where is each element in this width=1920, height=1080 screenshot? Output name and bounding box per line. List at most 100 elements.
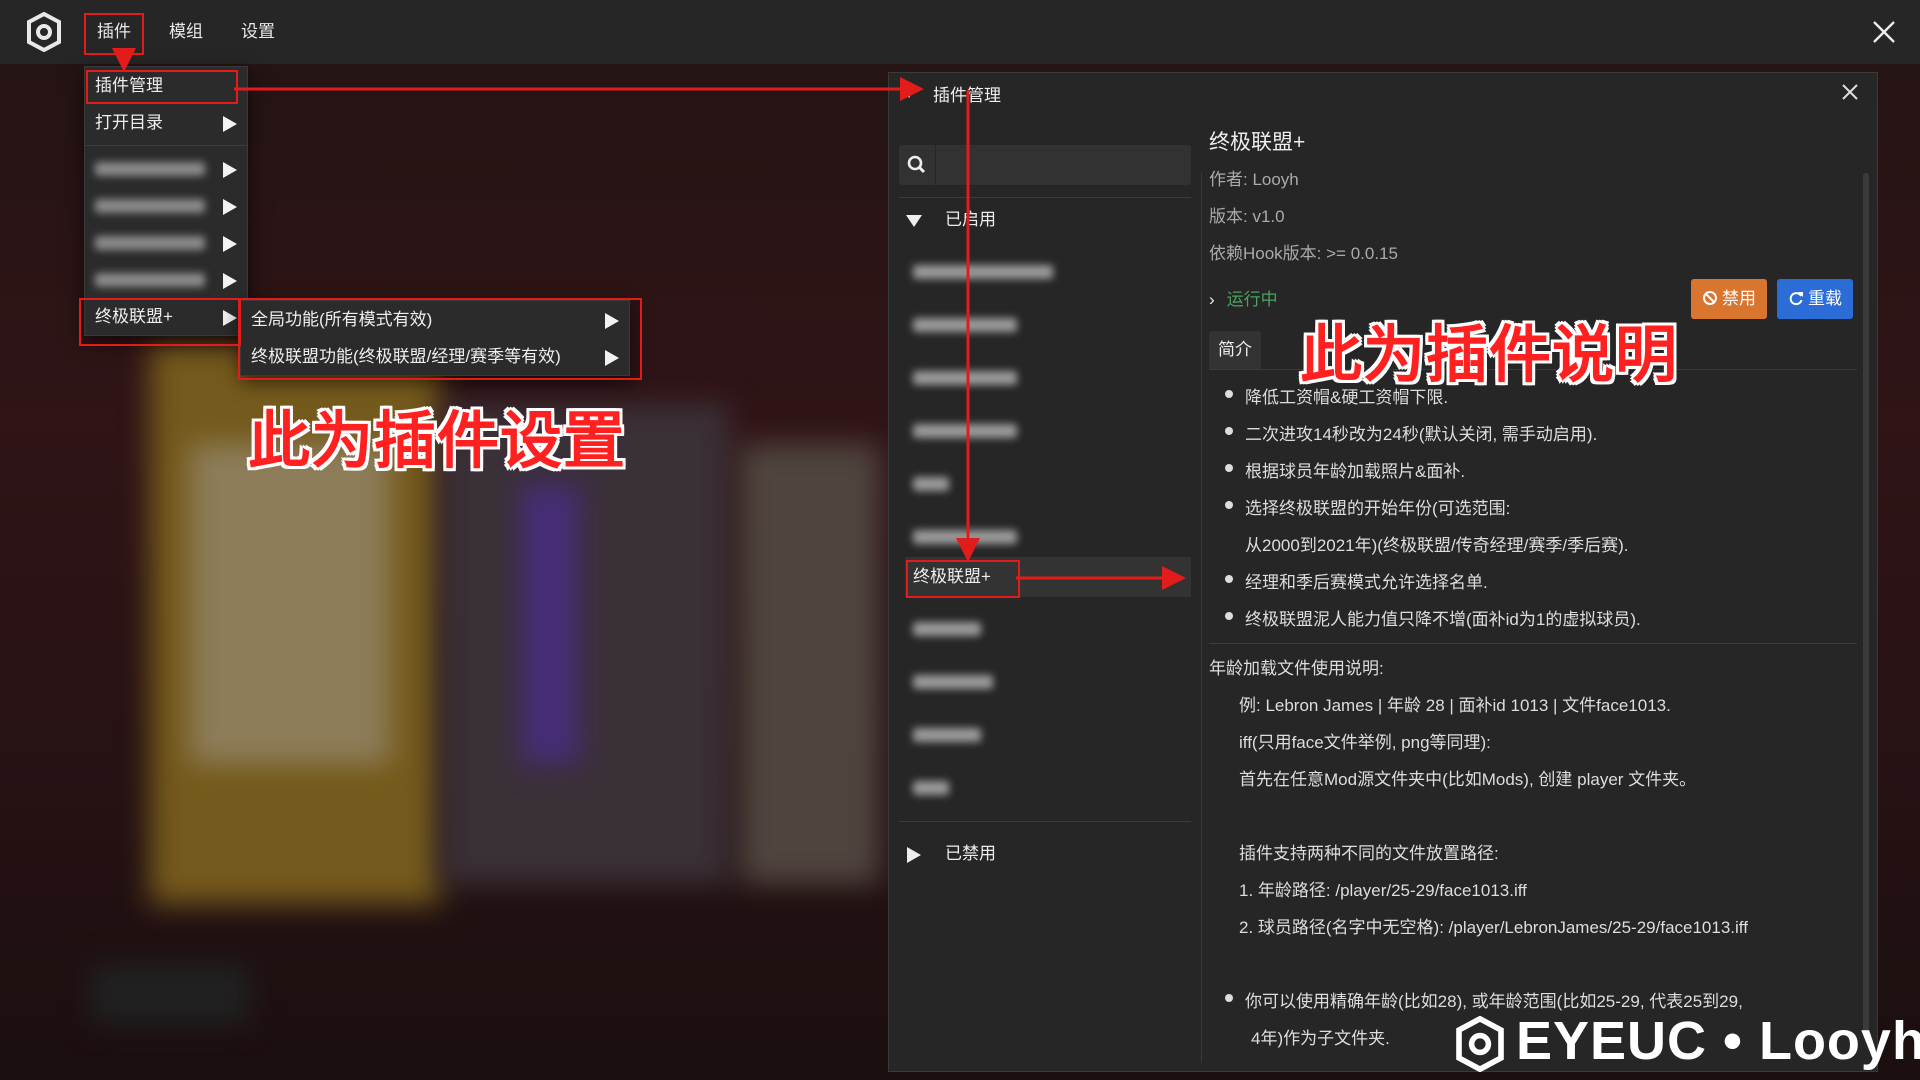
bullet-dot [1225,427,1233,435]
search-button[interactable] [899,145,936,185]
menu-settings[interactable]: 设置 [228,16,288,48]
plugin-item-blurred[interactable] [913,720,981,750]
blurred-label [913,622,981,636]
refresh-icon [1789,292,1803,306]
ban-icon [1703,291,1717,305]
desc-line: 经理和季后赛模式允许选择名单. [1245,573,1488,592]
desc-line: 根据球员年龄加载照片&面补. [1245,462,1466,481]
plugin-author: 作者: Looyh [1209,170,1299,189]
reload-label: 重载 [1808,289,1842,308]
highlight-selected-plugin [906,560,1020,598]
plugin-status[interactable]: › 运行中 [1209,285,1278,310]
app-logo-icon [27,12,61,52]
blurred-label [95,273,205,287]
desc-line: 从2000到2021年)(终极联盟/传奇经理/赛季/季后赛). [1245,536,1629,555]
blurred-label [913,675,993,689]
search-input[interactable] [899,145,1191,185]
blurred-label [913,728,981,742]
plugin-item-blurred[interactable] [913,667,993,697]
divider [899,197,1191,198]
divider [1209,643,1857,644]
menu-mods[interactable]: 模组 [156,16,216,48]
age-line: 首先在任意Mod源文件夹中(比如Mods), 创建 player 文件夹。 [1239,770,1697,789]
desc-line: 选择终极联盟的开始年份(可选范围: [1245,499,1511,518]
blurred-label [913,265,1053,279]
bullet-dot [1225,501,1233,509]
plugin-details: 终极联盟+ 作者: Looyh 版本: v1.0 依赖Hook版本: >= 0.… [1209,121,1869,1061]
triangle-down-icon [906,214,922,227]
watermark-logo-icon [1456,1016,1504,1072]
highlight-ultimate-league [79,298,241,346]
divider [899,821,1191,822]
submenu-arrow-icon [223,236,237,252]
submenu-arrow-icon [223,273,237,289]
plugin-menu: 插件管理 打开目录 终极联盟+ [84,66,248,336]
blurred-label [913,530,1017,544]
bullet-dot [1225,464,1233,472]
bullet-dot [1225,575,1233,583]
group-disabled-label: 已禁用 [945,844,996,863]
reload-button[interactable]: 重载 [1777,279,1853,319]
highlight-plugin-manager [86,70,238,104]
plugin-hook-version: 依赖Hook版本: >= 0.0.15 [1209,244,1398,263]
path-line: 1. 年龄路径: /player/25-29/face1013.iff [1239,881,1527,900]
tab-intro[interactable]: 简介 [1209,331,1261,369]
bullet-dot [1225,390,1233,398]
desc-line: 二次进攻14秒改为24秒(默认关闭, 需手动启用). [1245,425,1598,444]
disable-button[interactable]: 禁用 [1691,279,1767,319]
plugin-name: 终极联盟+ [1209,131,1306,154]
bullet-dot [1225,994,1233,1002]
menu-divider [85,145,247,146]
pane-divider [1201,173,1202,1063]
watermark-text: EYEUC • Looyh [1516,1011,1920,1071]
plugin-item-blurred[interactable] [913,416,1017,446]
menu-item-blurred[interactable] [85,150,247,187]
menu-item-blurred[interactable] [85,224,247,261]
plugin-version: 版本: v1.0 [1209,207,1285,226]
blurred-label [913,318,1017,332]
chevron-right-icon: › [1209,290,1215,309]
blurred-label [913,371,1017,385]
desc-line: 你可以使用精确年龄(比如28), 或年龄范围(比如25-29, 代表25到29, [1245,992,1743,1011]
group-disabled[interactable]: 已禁用 [905,839,996,869]
blurred-label [913,424,1017,438]
path-line: 2. 球员路径(名字中无空格): /player/LebronJames/25-… [1239,918,1748,937]
highlight-plugins-menu [84,13,144,55]
desc-line: 终极联盟泥人能力值只降不增(面补id为1的虚拟球员). [1245,610,1641,629]
menu-item-label: 打开目录 [95,113,163,132]
disable-label: 禁用 [1722,289,1756,308]
plugin-item-blurred[interactable] [913,773,949,803]
status-label: 运行中 [1226,290,1278,309]
plugin-item-blurred[interactable] [913,363,1017,393]
plugin-manager-dialog: 插件管理 已启用 终极联盟+ 已禁用 终极联盟+ 作者: Looyh 版本: v… [888,72,1878,1072]
age-line: 例: Lebron James | 年龄 28 | 面补id 1013 | 文件… [1239,696,1671,715]
top-bar: 插件 模组 设置 [0,0,1920,64]
scrollbar-thumb[interactable] [1863,173,1869,1033]
blurred-label [913,781,949,795]
menu-item-blurred[interactable] [85,261,247,298]
blurred-label [913,477,949,491]
age-heading: 年龄加载文件使用说明: [1209,659,1384,678]
menu-item-blurred[interactable] [85,187,247,224]
plugin-item-blurred[interactable] [913,522,1017,552]
scrollbar[interactable] [1863,173,1869,1033]
blurred-label [95,199,205,213]
menu-item-open-directory[interactable]: 打开目录 [85,104,247,141]
plugin-item-blurred[interactable] [913,257,1053,287]
close-icon[interactable] [1868,16,1900,48]
desc-line: 4年)作为子文件夹. [1251,1029,1390,1048]
group-enabled-label: 已启用 [945,210,996,229]
bullet-dot [1225,612,1233,620]
group-enabled[interactable]: 已启用 [905,205,996,235]
plugin-item-blurred[interactable] [913,310,1017,340]
plugin-item-blurred[interactable] [913,614,981,644]
age-line: iff(只用face文件举例, png等同理): [1239,733,1491,752]
plugin-item-blurred[interactable] [913,469,949,499]
path-heading: 插件支持两种不同的文件放置路径: [1239,844,1499,863]
blurred-label [95,162,205,176]
submenu-arrow-icon [223,116,237,132]
highlight-submenu [238,298,642,380]
annotation-description-note: 此为插件说明 [1300,321,1679,390]
submenu-arrow-icon [223,162,237,178]
close-icon[interactable] [1837,79,1863,105]
